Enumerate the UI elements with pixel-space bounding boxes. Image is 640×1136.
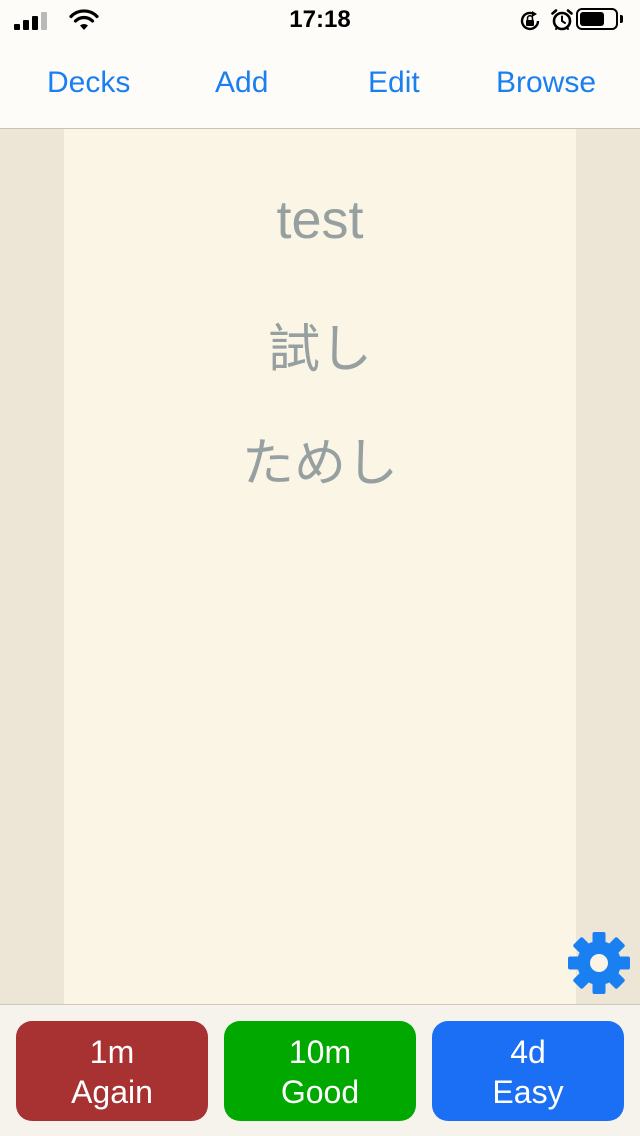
again-label: Again xyxy=(71,1074,153,1110)
easy-label: Easy xyxy=(492,1074,564,1110)
battery-cap xyxy=(620,15,623,23)
add-button[interactable]: Add xyxy=(215,66,268,100)
card-kana-text: ためし xyxy=(241,435,398,493)
good-label: Good xyxy=(280,1074,360,1110)
rotation-lock-icon xyxy=(520,11,540,31)
edit-button[interactable]: Edit xyxy=(368,66,420,100)
decks-button[interactable]: Decks xyxy=(47,66,130,100)
card-kanji-text: 試し xyxy=(267,321,372,379)
status-time: 17:18 xyxy=(289,6,351,33)
alarm-icon xyxy=(551,9,573,31)
good-interval: 10m xyxy=(288,1034,352,1070)
status-bar: 17:18 xyxy=(0,0,640,40)
navigation-bar: Decks Add Edit Browse xyxy=(0,40,640,129)
good-button[interactable]: 10m Good xyxy=(224,1021,416,1121)
card-front-text: test xyxy=(276,190,364,250)
easy-interval: 4d xyxy=(510,1034,546,1070)
gear-icon[interactable] xyxy=(566,930,632,996)
easy-button[interactable]: 4d Easy xyxy=(432,1021,624,1121)
battery-icon xyxy=(576,8,618,30)
answer-bar: 1m Again 10m Good 4d Easy xyxy=(0,1004,640,1136)
again-interval: 1m xyxy=(89,1034,135,1070)
flashcard[interactable]: test 試し ためし xyxy=(64,129,576,1004)
browse-button[interactable]: Browse xyxy=(496,66,596,100)
again-button[interactable]: 1m Again xyxy=(16,1021,208,1121)
